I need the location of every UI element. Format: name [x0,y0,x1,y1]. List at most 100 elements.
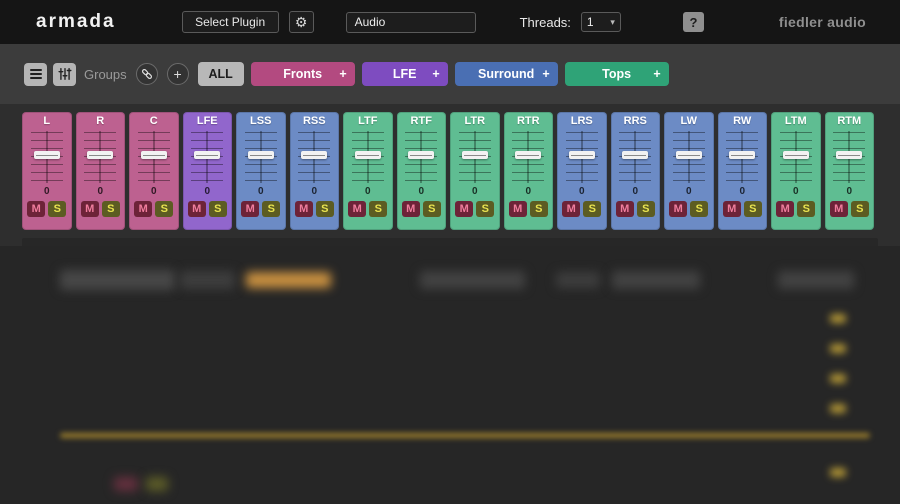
channel-label: RTF [411,114,432,129]
select-plugin-button[interactable]: Select Plugin [182,11,279,33]
channel-fader[interactable] [348,130,388,184]
solo-button[interactable]: S [637,201,655,217]
channel-fader[interactable] [722,130,762,184]
solo-button[interactable]: S [851,201,869,217]
mute-button[interactable]: M [723,201,741,217]
blurred-threshold-line [60,433,870,438]
channel-label: LTF [358,114,377,129]
solo-button[interactable]: S [209,201,227,217]
group-all-button[interactable]: ALL [198,62,244,86]
plus-icon: + [174,67,182,81]
group-chip-label: Surround [478,67,534,81]
fader-handle[interactable] [141,151,167,159]
blurred-shape [180,271,235,289]
mute-button[interactable]: M [616,201,634,217]
mute-button[interactable]: M [295,201,313,217]
mute-button[interactable]: M [348,201,366,217]
link-button[interactable] [136,63,158,85]
channel-strip: LRS 0 M S [557,112,607,230]
group-add-icon[interactable]: + [542,67,549,81]
audio-field[interactable]: Audio [346,12,476,33]
fader-handle[interactable] [355,151,381,159]
channel-fader[interactable] [615,130,655,184]
solo-button[interactable]: S [530,201,548,217]
settings-button[interactable]: ⚙ [289,11,314,33]
fader-handle[interactable] [515,151,541,159]
help-button[interactable]: ? [683,12,704,32]
solo-button[interactable]: S [423,201,441,217]
channel-fader[interactable] [562,130,602,184]
solo-button[interactable]: S [262,201,280,217]
fader-handle[interactable] [34,151,60,159]
group-add-icon[interactable]: + [432,67,439,81]
fader-handle[interactable] [462,151,488,159]
fader-handle[interactable] [569,151,595,159]
blurred-indicator [830,344,846,353]
channel-fader[interactable] [455,130,495,184]
mute-button[interactable]: M [509,201,527,217]
channel-fader[interactable] [294,130,334,184]
mute-button[interactable]: M [188,201,206,217]
channel-fader[interactable] [187,130,227,184]
channel-fader[interactable] [669,130,709,184]
mute-button[interactable]: M [455,201,473,217]
channel-fader[interactable] [241,130,281,184]
solo-button[interactable]: S [690,201,708,217]
fader-handle[interactable] [301,151,327,159]
solo-button[interactable]: S [316,201,334,217]
mute-button[interactable]: M [27,201,45,217]
group-add-icon[interactable]: + [339,67,346,81]
channel-fader[interactable] [80,130,120,184]
channel-fader[interactable] [829,130,869,184]
group-add-icon[interactable]: + [653,67,660,81]
fader-handle[interactable] [248,151,274,159]
channel-label: LTM [785,114,807,129]
fader-handle[interactable] [194,151,220,159]
mute-button[interactable]: M [830,201,848,217]
fader-handle[interactable] [622,151,648,159]
mute-button[interactable]: M [134,201,152,217]
group-chip[interactable]: LFE + [362,62,448,86]
channel-fader[interactable] [401,130,441,184]
app-logo: armada [36,11,116,33]
channel-value: 0 [525,185,531,198]
mute-button[interactable]: M [669,201,687,217]
threads-select[interactable]: 1 ▾ [581,12,621,32]
mute-button[interactable]: M [776,201,794,217]
channel-label: RRS [624,114,647,129]
solo-button[interactable]: S [369,201,387,217]
fader-handle[interactable] [87,151,113,159]
solo-button[interactable]: S [583,201,601,217]
link-icon [140,67,154,81]
channel-fader[interactable] [134,130,174,184]
mute-solo-row: M S [830,201,869,217]
fader-handle[interactable] [408,151,434,159]
groups-label: Groups [84,67,127,82]
fader-handle[interactable] [783,151,809,159]
group-chip[interactable]: Surround + [455,62,558,86]
solo-button[interactable]: S [155,201,173,217]
channel-fader[interactable] [27,130,67,184]
mute-button[interactable]: M [402,201,420,217]
fader-handle[interactable] [836,151,862,159]
fader-handle[interactable] [729,151,755,159]
solo-button[interactable]: S [476,201,494,217]
mixer-view-button[interactable] [53,63,76,86]
channel-value: 0 [739,185,745,198]
channel-fader[interactable] [776,130,816,184]
threads-label: Threads: [520,15,571,30]
mute-solo-row: M S [776,201,815,217]
mute-button[interactable]: M [562,201,580,217]
solo-button[interactable]: S [744,201,762,217]
channel-fader[interactable] [508,130,548,184]
fader-handle[interactable] [676,151,702,159]
solo-button[interactable]: S [48,201,66,217]
mute-button[interactable]: M [81,201,99,217]
solo-button[interactable]: S [102,201,120,217]
add-group-button[interactable]: + [167,63,189,85]
menu-button[interactable] [24,63,47,86]
solo-button[interactable]: S [797,201,815,217]
group-chip[interactable]: Fronts + [251,62,355,86]
mute-button[interactable]: M [241,201,259,217]
group-chip[interactable]: Tops + [565,62,669,86]
